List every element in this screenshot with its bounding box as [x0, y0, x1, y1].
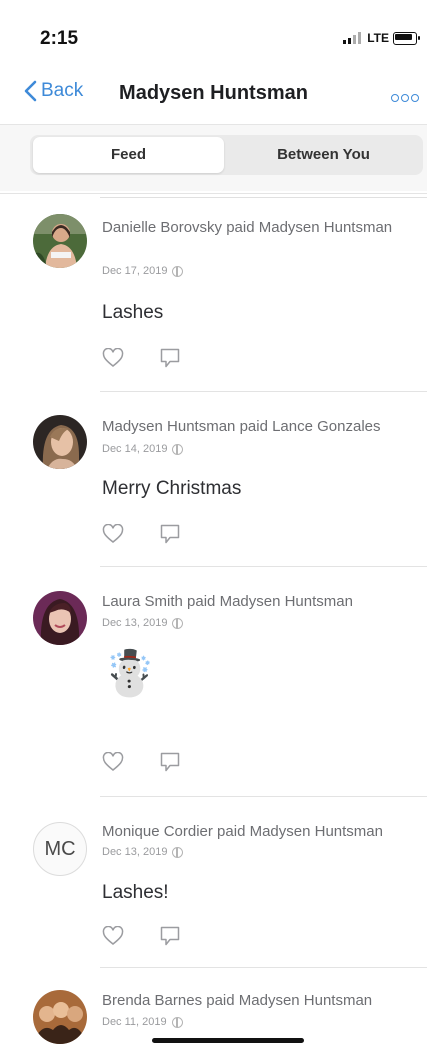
globe-icon — [172, 443, 184, 455]
action-row — [102, 524, 180, 545]
date-text: Dec 17, 2019 — [102, 265, 168, 277]
tab-feed[interactable]: Feed — [33, 137, 224, 173]
action-row — [102, 752, 180, 773]
heart-icon[interactable] — [102, 524, 124, 544]
transaction-headline: Madysen Huntsman paid Lance Gonzales — [102, 418, 381, 435]
transaction-date: Dec 11, 2019 — [102, 1016, 183, 1028]
divider — [100, 391, 427, 392]
transaction-note: Lashes! — [102, 882, 169, 903]
heart-icon[interactable] — [102, 926, 124, 946]
transaction-headline: Danielle Borovsky paid Madysen Huntsman — [102, 219, 393, 236]
date-text: Dec 13, 2019 — [102, 617, 168, 629]
transaction-headline: Brenda Barnes paid Madysen Huntsman — [102, 992, 373, 1009]
globe-icon — [172, 846, 184, 858]
heart-icon[interactable] — [102, 348, 124, 368]
transaction-date: Dec 14, 2019 — [102, 443, 184, 455]
transaction-note: ☃️ — [102, 649, 157, 698]
avatar-photo — [33, 591, 87, 645]
avatar[interactable] — [33, 214, 87, 268]
avatar[interactable] — [33, 990, 87, 1044]
globe-icon — [172, 265, 184, 277]
divider — [100, 967, 427, 968]
divider — [100, 197, 427, 198]
navigation-bar: Back Madysen Huntsman — [0, 66, 427, 124]
transaction-headline: Monique Cordier paid Madysen Huntsman — [102, 823, 383, 840]
globe-icon — [172, 617, 184, 629]
transaction-note: Merry Christmas — [102, 478, 242, 499]
divider — [100, 796, 427, 797]
transaction-headline: Laura Smith paid Madysen Huntsman — [102, 593, 353, 610]
battery-icon — [393, 31, 420, 45]
globe-icon — [171, 1016, 183, 1028]
transaction-date: Dec 13, 2019 — [102, 617, 184, 629]
transaction-date: Dec 17, 2019 — [102, 265, 184, 277]
status-bar: 2:15 LTE — [0, 0, 427, 66]
action-row — [102, 926, 180, 947]
transaction-note: Lashes — [102, 302, 164, 323]
status-indicators: LTE — [343, 31, 420, 45]
comment-icon[interactable] — [160, 524, 180, 545]
network-label: LTE — [367, 31, 389, 45]
avatar-photo — [33, 990, 87, 1044]
avatar-photo — [33, 415, 87, 469]
tab-between-you[interactable]: Between You — [226, 137, 421, 173]
comment-icon[interactable] — [160, 348, 180, 369]
avatar[interactable]: MC — [33, 822, 87, 876]
date-text: Dec 13, 2019 — [102, 846, 168, 858]
action-row — [102, 348, 180, 369]
home-indicator[interactable] — [152, 1038, 304, 1043]
avatar-photo — [33, 214, 87, 268]
page-title: Madysen Huntsman — [119, 82, 308, 104]
segmented-control: Feed Between You — [30, 135, 423, 175]
status-time: 2:15 — [40, 28, 79, 49]
more-icon[interactable] — [391, 94, 419, 102]
divider — [100, 566, 427, 567]
avatar[interactable] — [33, 415, 87, 469]
divider — [0, 193, 427, 194]
date-text: Dec 14, 2019 — [102, 443, 168, 455]
transaction-date: Dec 13, 2019 — [102, 846, 184, 858]
heart-icon[interactable] — [102, 752, 124, 772]
comment-icon[interactable] — [160, 752, 180, 773]
signal-icon — [343, 32, 362, 44]
comment-icon[interactable] — [160, 926, 180, 947]
avatar[interactable] — [33, 591, 87, 645]
tab-bar-container: Feed Between You — [0, 125, 427, 191]
date-text: Dec 11, 2019 — [102, 1016, 167, 1028]
